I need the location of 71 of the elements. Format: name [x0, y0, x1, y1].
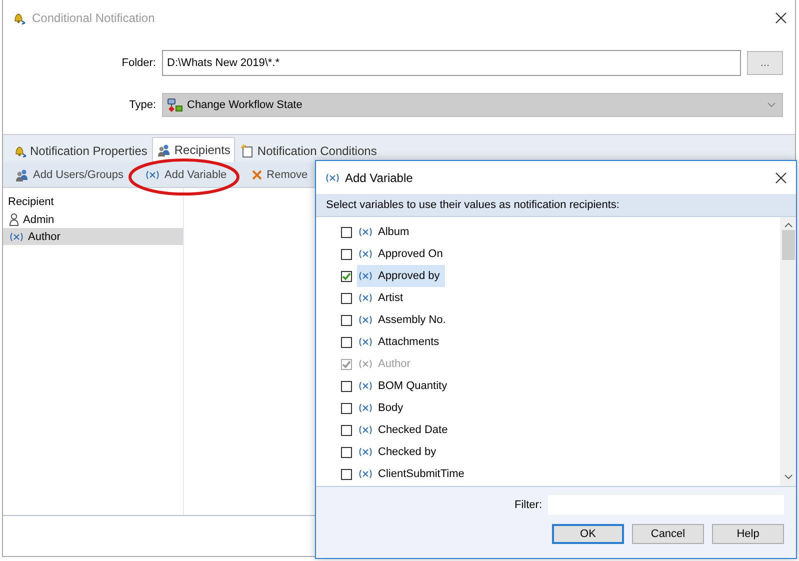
- variable-item[interactable]: Artist: [357, 287, 408, 309]
- users-icon: [15, 168, 29, 182]
- bell-icon: [12, 10, 26, 24]
- filter-label: Filter:: [514, 499, 542, 511]
- browse-button[interactable]: ...: [747, 50, 783, 75]
- variable-icon: [358, 249, 373, 259]
- scroll-down-icon[interactable]: [784, 474, 792, 480]
- dialog-button[interactable]: Help: [712, 524, 784, 544]
- variable-item[interactable]: Checked Date: [357, 419, 453, 441]
- variable-icon: [358, 337, 373, 347]
- variable-item[interactable]: Approved On: [357, 243, 448, 265]
- variable-icon: [9, 232, 24, 242]
- scroll-up-icon[interactable]: [784, 222, 792, 228]
- recipient-item[interactable]: Author: [3, 228, 183, 245]
- bell-icon: [13, 144, 27, 158]
- variable-item[interactable]: BOM Quantity: [357, 375, 452, 397]
- tab[interactable]: Notification Properties: [9, 140, 152, 162]
- variable-item[interactable]: Album: [357, 221, 414, 243]
- user-icon: [9, 213, 19, 226]
- variable-icon: [358, 293, 373, 303]
- checkbox[interactable]: [341, 292, 352, 304]
- checkbox[interactable]: [341, 226, 352, 238]
- variable-item[interactable]: Attachments: [357, 331, 444, 353]
- checkbox[interactable]: [341, 336, 352, 348]
- variable-item[interactable]: Body: [357, 397, 408, 419]
- variable-icon: [358, 469, 373, 479]
- window-title: Conditional Notification: [32, 10, 156, 24]
- instruction-text: Select variables to use their values as notification recipients:: [316, 194, 796, 217]
- variable-icon: [325, 172, 340, 182]
- remove-icon: [250, 168, 263, 180]
- checkbox[interactable]: [341, 424, 352, 436]
- variable-item[interactable]: Assembly No.: [357, 309, 451, 331]
- variable-item[interactable]: Approved by: [357, 265, 445, 287]
- workflow-icon: [167, 98, 183, 112]
- dialog-title: Add Variable: [345, 170, 414, 184]
- folder-field[interactable]: D:\Whats New 2019\*.*: [162, 50, 741, 76]
- dialog-button[interactable]: Cancel: [632, 524, 704, 544]
- field-label: Type:: [128, 99, 156, 112]
- scrollbar[interactable]: [780, 217, 796, 486]
- field-label: Folder:: [120, 56, 156, 69]
- variable-icon: [358, 227, 373, 237]
- variable-icon: [358, 403, 373, 413]
- users-icon: [157, 143, 172, 157]
- variable-icon: [358, 425, 373, 435]
- type-dropdown[interactable]: Change Workflow State: [162, 93, 783, 118]
- column-header: Recipient: [7, 195, 55, 210]
- variable-icon: [145, 170, 160, 180]
- checkbox[interactable]: [341, 248, 352, 260]
- tab[interactable]: Recipients: [152, 137, 236, 162]
- tab[interactable]: Notification Conditions: [236, 140, 381, 162]
- checkbox[interactable]: [341, 468, 352, 480]
- recipient-item[interactable]: Admin: [3, 211, 183, 228]
- toolbar-button[interactable]: Remove: [246, 166, 312, 182]
- variable-icon: [358, 381, 373, 391]
- checkbox[interactable]: [341, 380, 352, 392]
- close-icon[interactable]: [775, 172, 787, 184]
- variable-item[interactable]: ClientSubmitTime: [357, 463, 470, 485]
- variable-icon: [358, 359, 373, 369]
- checkbox[interactable]: [341, 402, 352, 414]
- document-icon: [240, 144, 254, 158]
- checkbox[interactable]: [341, 314, 352, 326]
- variable-icon: [358, 315, 373, 325]
- variable-icon: [358, 447, 373, 457]
- close-icon[interactable]: [775, 12, 787, 24]
- toolbar-button[interactable]: Add Users/Groups: [11, 166, 128, 184]
- variable-item[interactable]: Checked by: [357, 441, 442, 463]
- checkbox[interactable]: [341, 446, 352, 458]
- checkbox[interactable]: [341, 270, 352, 282]
- variable-icon: [358, 271, 373, 281]
- dialog-button[interactable]: OK: [552, 524, 624, 544]
- scrollbar-thumb[interactable]: [782, 230, 794, 260]
